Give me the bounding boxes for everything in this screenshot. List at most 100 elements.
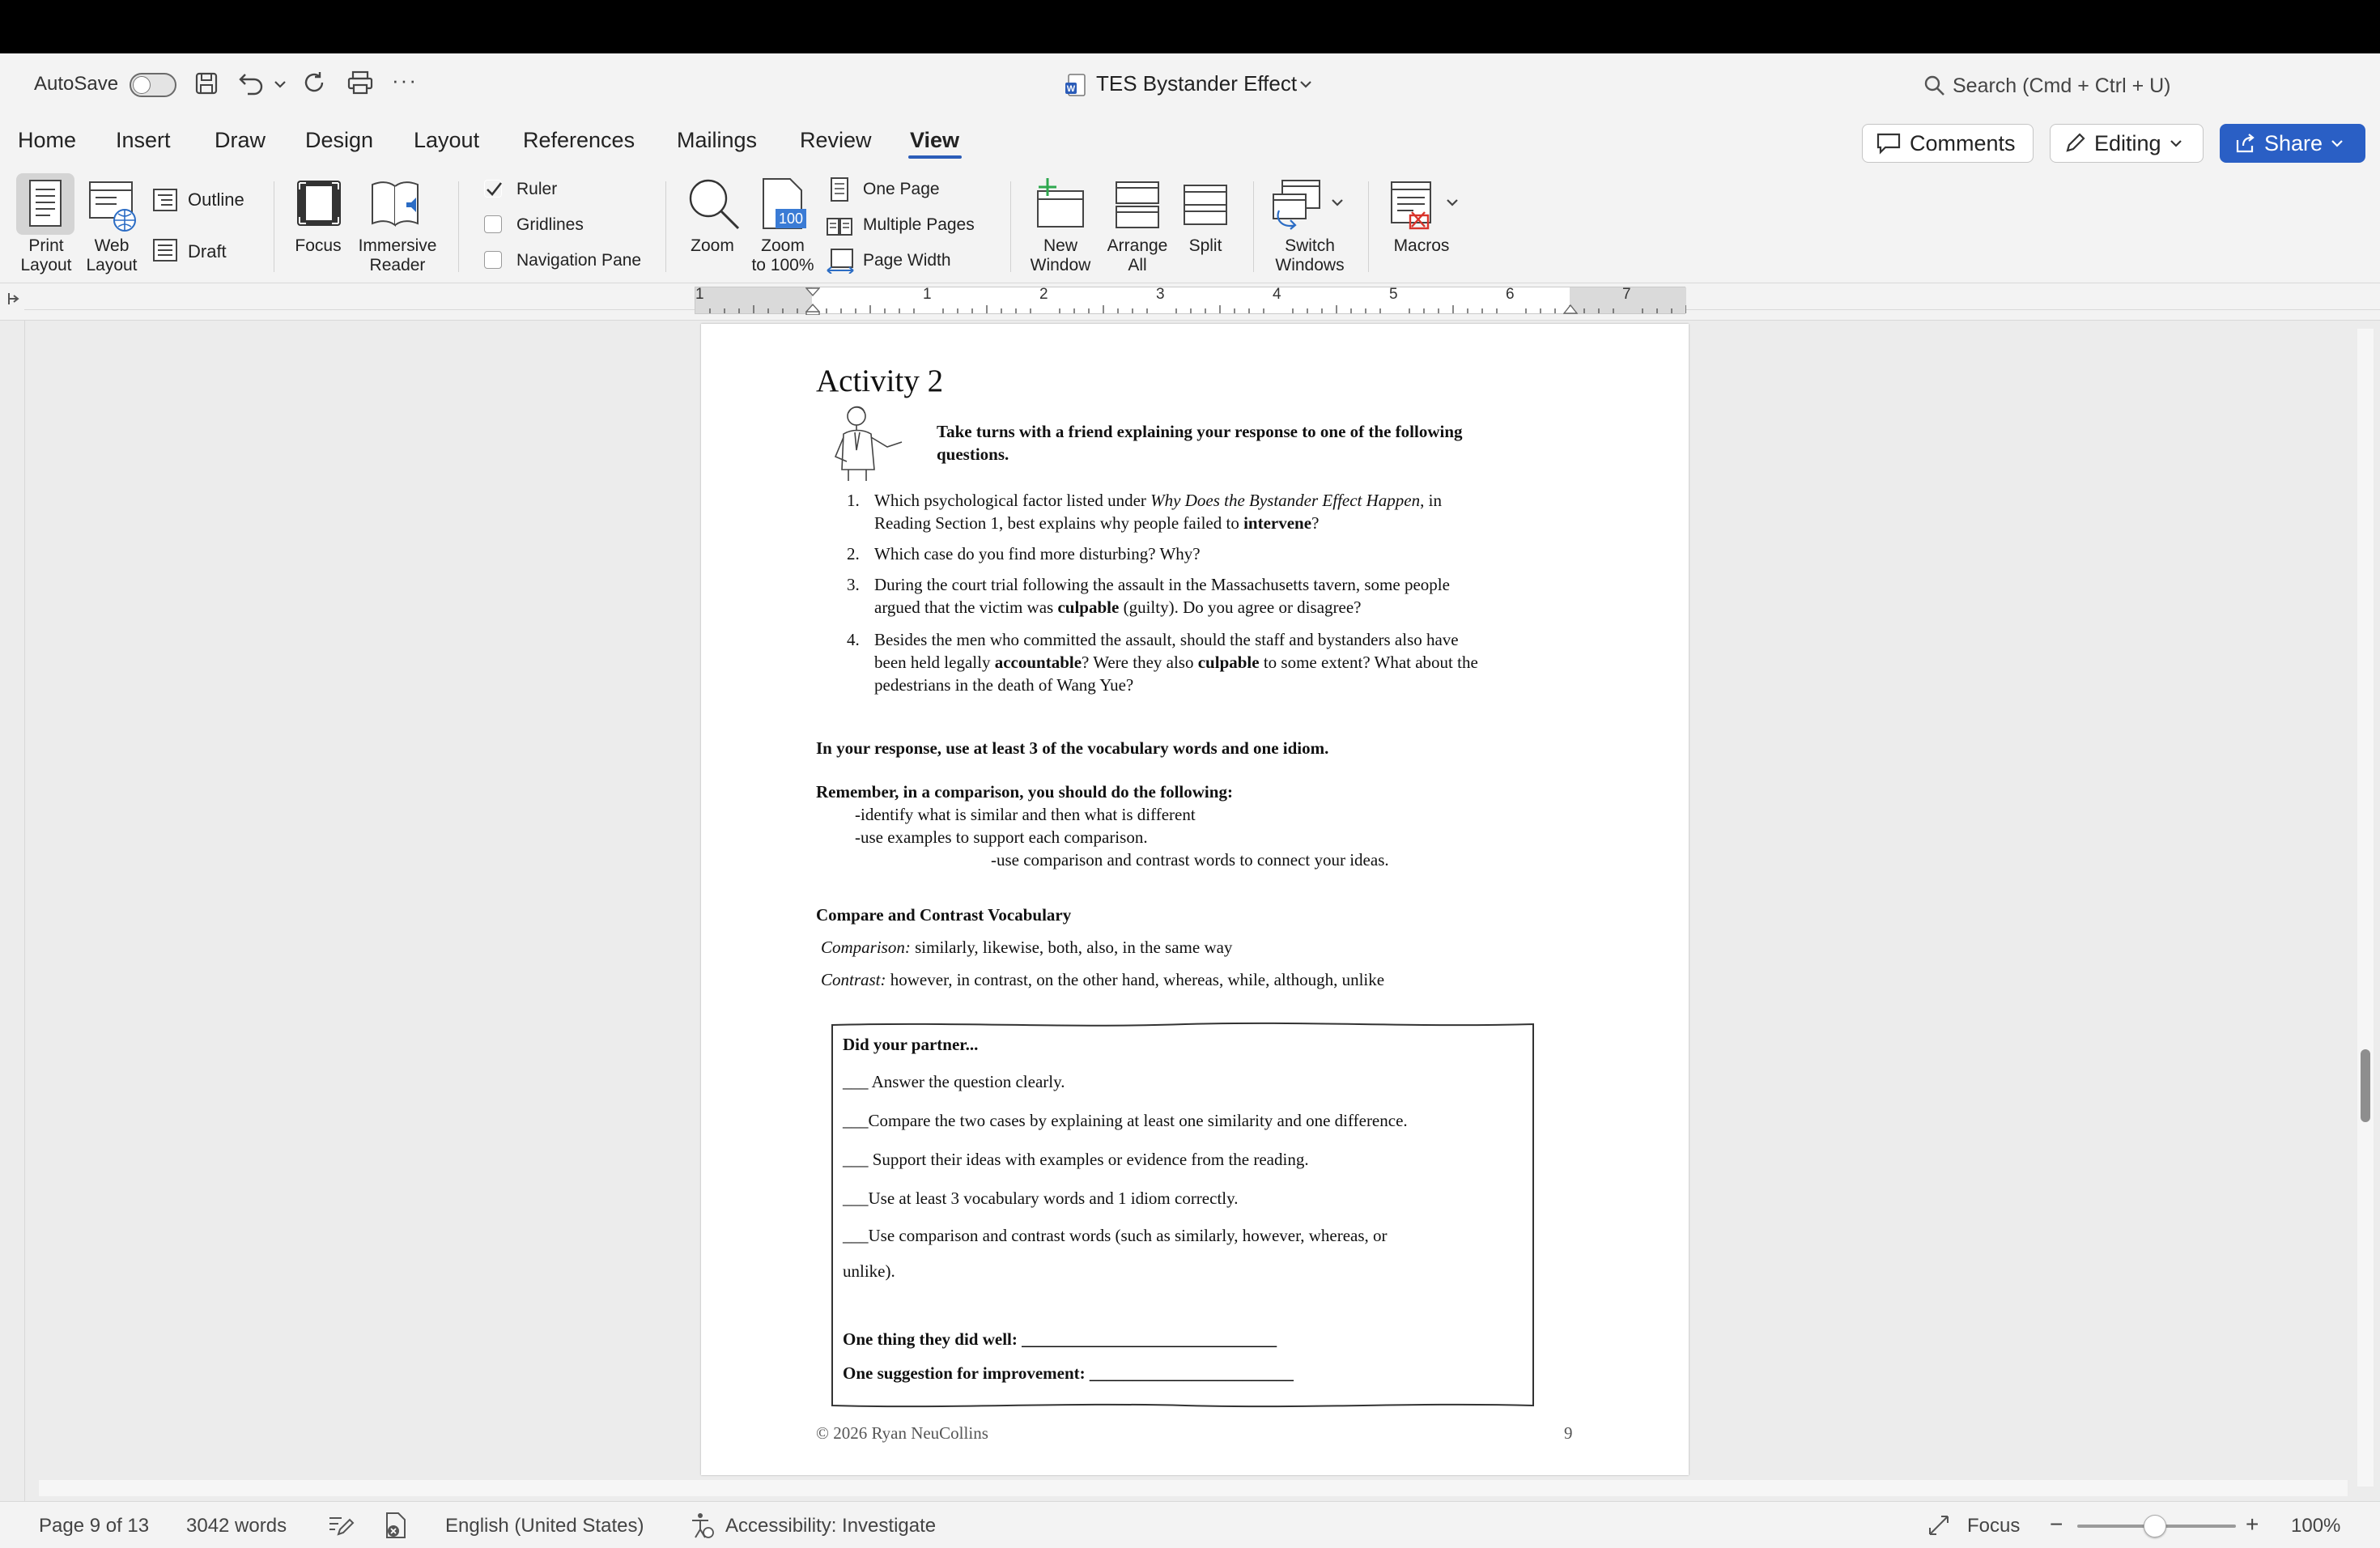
focus-mode-label[interactable]: Focus	[1967, 1515, 2020, 1537]
redo-icon[interactable]	[301, 70, 327, 96]
page-width-label[interactable]: Page Width	[863, 251, 951, 270]
navigation-pane-label[interactable]: Navigation Pane	[516, 251, 641, 270]
pencil-icon	[2066, 133, 2085, 152]
document-check-icon[interactable]	[384, 1512, 408, 1539]
checklist-item: ___ Answer the question clearly.	[843, 1072, 1065, 1091]
macros-label[interactable]: Macros	[1381, 236, 1462, 256]
document-page[interactable]: Activity 2 Take turns with a friend expl…	[701, 324, 1689, 1475]
question-3-line-2: argued that the victim was culpable (gui…	[874, 598, 1362, 617]
focus-icon[interactable]	[295, 178, 343, 228]
question-1-line-2: Reading Section 1, best explains why peo…	[874, 513, 1320, 533]
tab-draw[interactable]: Draw	[215, 128, 266, 153]
zoom-out-button[interactable]: −	[2050, 1512, 2063, 1537]
tab-review[interactable]: Review	[800, 128, 872, 153]
ruler-track[interactable]: 1 1 2 3 4 5 6 7	[695, 286, 1686, 315]
search-input[interactable]: Search (Cmd + Ctrl + U)	[1953, 74, 2171, 98]
immersive-reader-icon[interactable]	[369, 178, 423, 230]
share-button[interactable]: Share	[2220, 124, 2365, 163]
split-label[interactable]: Split	[1174, 236, 1237, 256]
tab-insert[interactable]: Insert	[116, 128, 171, 153]
outline-label[interactable]: Outline	[188, 189, 244, 211]
accessibility-icon[interactable]	[690, 1512, 714, 1539]
document-title[interactable]: TES Bystander Effect	[1096, 71, 1297, 96]
zoom-icon[interactable]	[686, 176, 742, 232]
one-page-icon[interactable]	[829, 176, 850, 202]
one-page-label[interactable]: One Page	[863, 180, 940, 199]
checklist-item: ___Use at least 3 vocabulary words and 1…	[843, 1189, 1239, 1208]
language[interactable]: English (United States)	[445, 1515, 644, 1537]
question-number: 2.	[847, 544, 860, 563]
right-indent-marker[interactable]	[1563, 299, 1578, 315]
autosave-toggle[interactable]	[130, 73, 176, 97]
tab-home[interactable]: Home	[18, 128, 76, 153]
outline-icon[interactable]	[152, 188, 178, 212]
undo-icon[interactable]	[238, 70, 266, 96]
comments-button[interactable]: Comments	[1862, 124, 2034, 163]
multiple-pages-label[interactable]: Multiple Pages	[863, 215, 975, 235]
macros-chevron-icon[interactable]	[1446, 198, 1459, 207]
page-count[interactable]: Page 9 of 13	[39, 1515, 149, 1537]
status-bar: Page 9 of 13 3042 words English (United …	[0, 1501, 2380, 1548]
arrange-all-icon[interactable]	[1114, 180, 1161, 230]
horizontal-scrollbar[interactable]	[39, 1480, 2348, 1496]
page-footer-number: 9	[1564, 1423, 1573, 1443]
vocabulary-instruction: In your response, use at least 3 of the …	[816, 738, 1329, 758]
web-layout-label[interactable]: Web Layout	[79, 236, 144, 275]
tab-mailings[interactable]: Mailings	[677, 128, 757, 153]
undo-dropdown-chevron-icon[interactable]	[274, 79, 287, 89]
page-width-icon[interactable]	[826, 248, 855, 274]
tab-layout[interactable]: Layout	[414, 128, 479, 153]
zoom-100-icon[interactable]: 100	[761, 176, 808, 232]
tab-stop-selector-icon[interactable]	[5, 291, 21, 308]
ruler-checkbox[interactable]	[484, 180, 503, 198]
save-icon[interactable]	[194, 71, 219, 96]
zoom-100-label[interactable]: Zoom to 100%	[745, 236, 821, 275]
switch-windows-label[interactable]: Switch Windows	[1263, 236, 1357, 275]
question-3-line-1: During the court trial following the ass…	[874, 575, 1450, 594]
focus-label[interactable]: Focus	[288, 236, 348, 256]
new-window-label[interactable]: New Window	[1025, 236, 1096, 275]
navigation-pane-checkbox[interactable]	[484, 251, 502, 269]
accessibility-status[interactable]: Accessibility: Investigate	[725, 1515, 936, 1537]
more-commands-icon[interactable]: ···	[392, 68, 418, 93]
draft-label[interactable]: Draft	[188, 241, 227, 262]
remember-item-2: -use examples to support each comparison…	[855, 827, 1148, 847]
question-number: 3.	[847, 575, 860, 594]
web-layout-icon[interactable]	[87, 180, 139, 233]
word-count[interactable]: 3042 words	[186, 1515, 287, 1537]
focus-mode-icon[interactable]	[1927, 1513, 1951, 1537]
draft-icon[interactable]	[152, 238, 178, 262]
vertical-scrollbar[interactable]	[2357, 329, 2374, 1486]
zoom-slider-thumb[interactable]	[2144, 1515, 2166, 1537]
proofing-icon[interactable]	[327, 1513, 355, 1537]
zoom-level[interactable]: 100%	[2291, 1515, 2340, 1537]
gridlines-label[interactable]: Gridlines	[516, 215, 584, 235]
immersive-reader-label[interactable]: Immersive Reader	[353, 236, 442, 275]
first-line-indent-marker[interactable]	[805, 287, 820, 315]
gridlines-checkbox[interactable]	[484, 215, 502, 233]
macros-icon[interactable]	[1389, 180, 1438, 232]
question-number: 1.	[847, 491, 860, 510]
tab-view[interactable]: View	[910, 128, 959, 153]
title-dropdown-chevron-icon[interactable]	[1298, 79, 1313, 89]
arrange-all-label[interactable]: Arrange All	[1103, 236, 1172, 275]
print-layout-button[interactable]	[16, 173, 74, 235]
zoom-label[interactable]: Zoom	[680, 236, 745, 256]
remember-item-1: -identify what is similar and then what …	[855, 805, 1196, 824]
chevron-down-icon	[2331, 140, 2343, 147]
editing-button[interactable]: Editing	[2050, 124, 2204, 163]
split-icon[interactable]	[1182, 183, 1229, 227]
new-window-icon[interactable]	[1035, 176, 1086, 230]
zoom-in-button[interactable]: +	[2246, 1512, 2259, 1537]
tab-design[interactable]: Design	[305, 128, 373, 153]
multiple-pages-icon[interactable]	[826, 217, 853, 236]
search-icon[interactable]	[1923, 74, 1946, 97]
switch-windows-icon[interactable]	[1271, 178, 1324, 232]
question-number: 4.	[847, 630, 860, 649]
switch-windows-chevron-icon[interactable]	[1331, 198, 1344, 207]
question-1-line-1: Which psychological factor listed under …	[874, 491, 1442, 510]
ruler-label[interactable]: Ruler	[516, 180, 557, 199]
print-icon[interactable]	[346, 70, 374, 96]
vertical-scrollbar-thumb[interactable]	[2361, 1049, 2370, 1122]
tab-references[interactable]: References	[523, 128, 635, 153]
